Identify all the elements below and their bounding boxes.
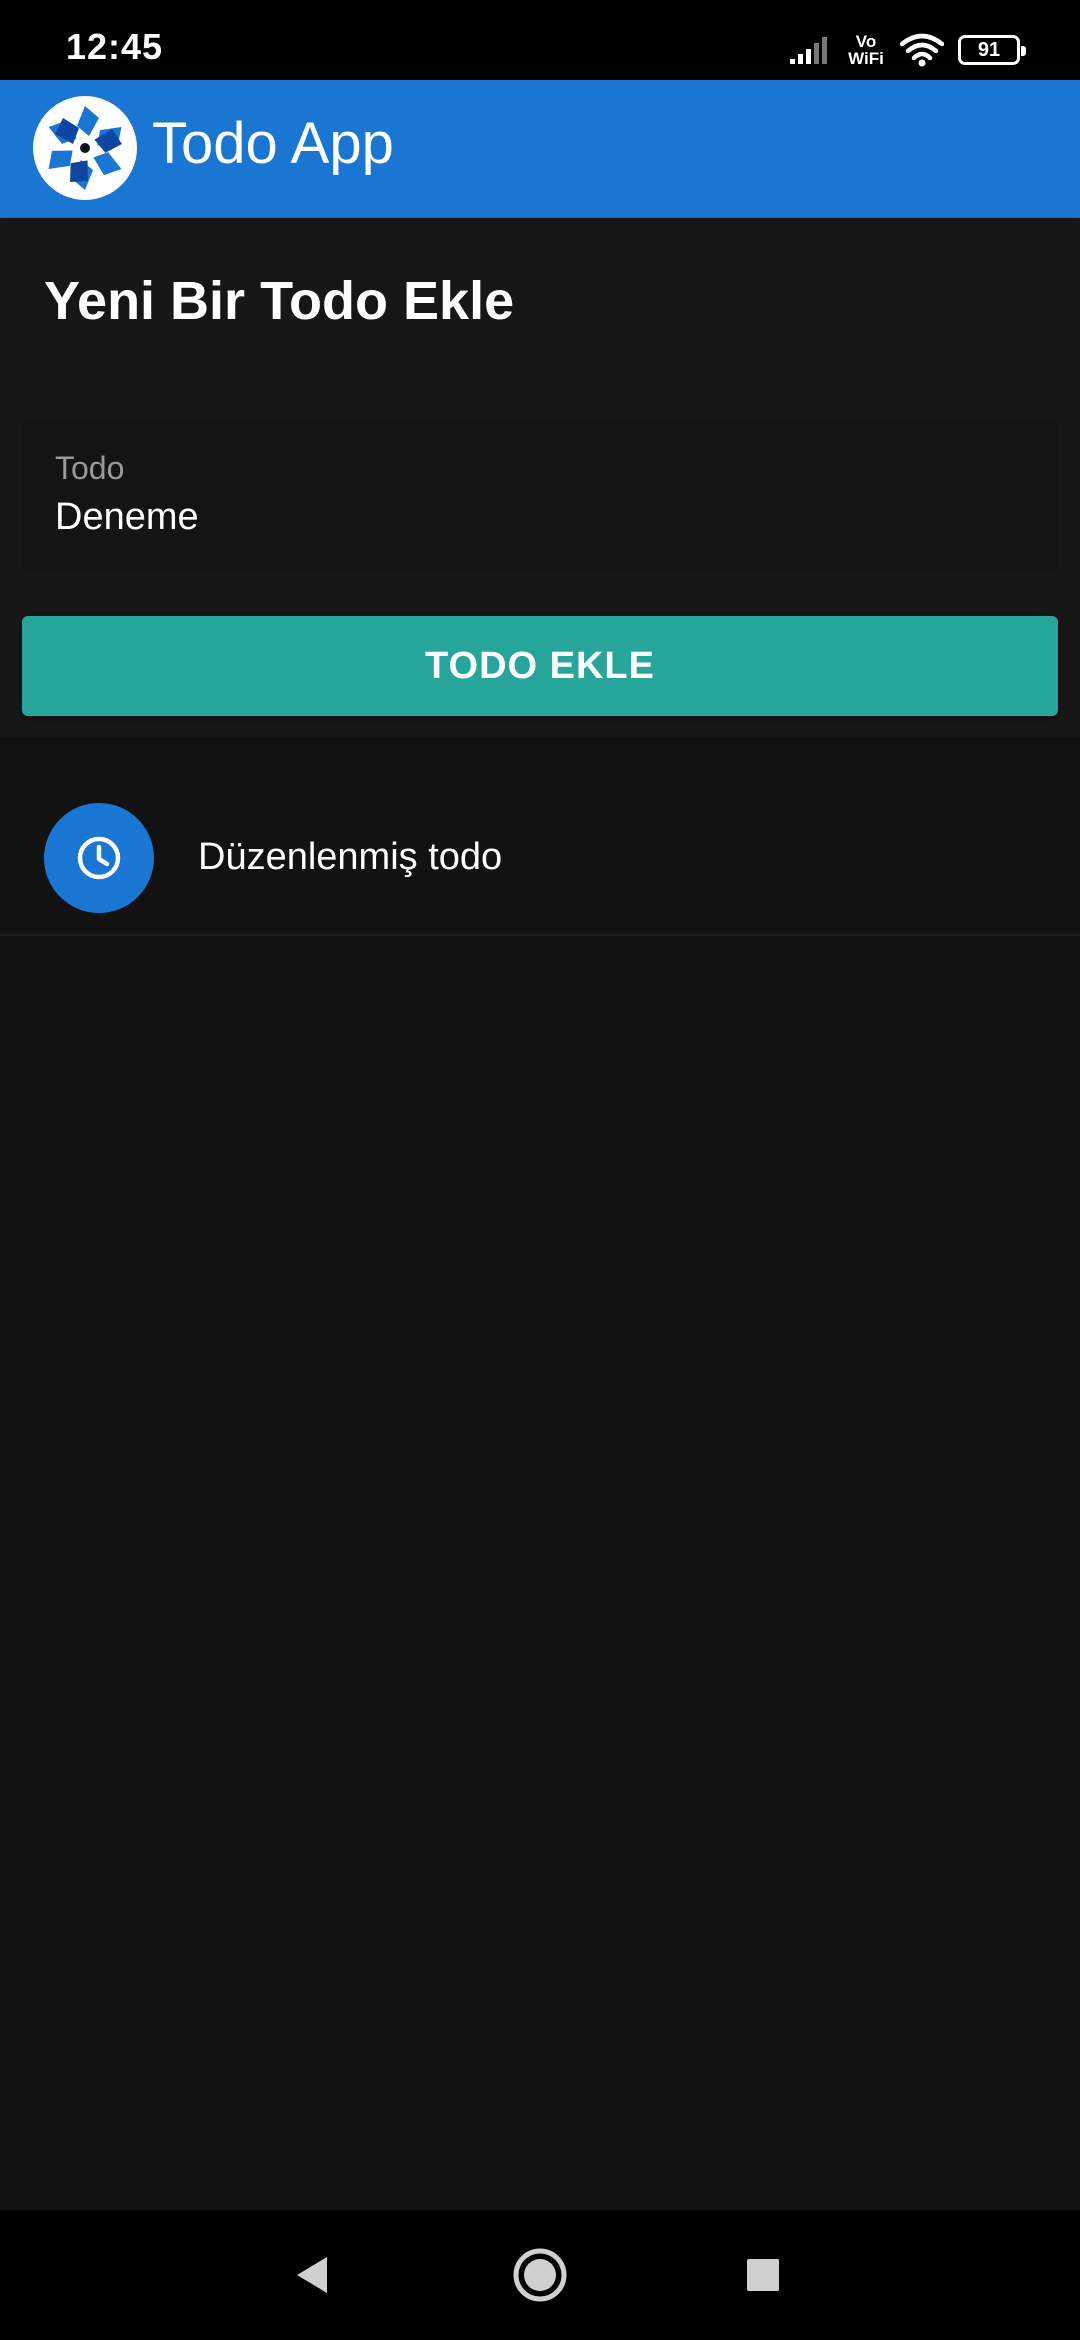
app-title: Todo App [152, 111, 394, 176]
battery-icon: 91 [958, 35, 1026, 65]
todo-input[interactable] [55, 496, 1015, 539]
battery-level: 91 [977, 38, 1001, 61]
back-button[interactable] [283, 2245, 343, 2305]
vowifi-icon: Vo WiFi [846, 33, 886, 67]
navigation-bar [0, 2210, 1080, 2340]
add-todo-button[interactable]: TODO EKLE [22, 616, 1058, 716]
recents-button[interactable] [733, 2245, 793, 2305]
app-bar: Todo App [0, 80, 1080, 218]
todo-list: Düzenlenmiş todo [0, 760, 1080, 936]
list-item[interactable]: Düzenlenmiş todo [0, 760, 1080, 936]
status-icons: Vo WiFi 91 [788, 30, 1026, 70]
todo-avatar [44, 803, 154, 913]
todo-input-container[interactable]: Todo [22, 420, 1058, 570]
app-logo-icon [33, 96, 137, 200]
add-todo-card: Yeni Bir Todo Ekle Todo TODO EKLE [0, 218, 1080, 738]
todo-text: Düzenlenmiş todo [198, 836, 503, 878]
wifi-icon [900, 33, 944, 67]
vowifi-bottom-label: WiFi [848, 49, 884, 68]
clock-icon [77, 836, 121, 880]
home-icon [513, 2248, 567, 2302]
signal-icon [790, 37, 827, 64]
todo-input-label: Todo [55, 450, 125, 486]
status-bar: 12:45 Vo WiFi 91 [0, 0, 1080, 80]
recents-icon [747, 2259, 779, 2291]
vowifi-top-label: Vo [855, 32, 877, 51]
section-title: Yeni Bir Todo Ekle [44, 271, 515, 331]
home-button[interactable] [510, 2245, 570, 2305]
status-time: 12:45 [66, 26, 164, 67]
back-icon [297, 2257, 327, 2293]
